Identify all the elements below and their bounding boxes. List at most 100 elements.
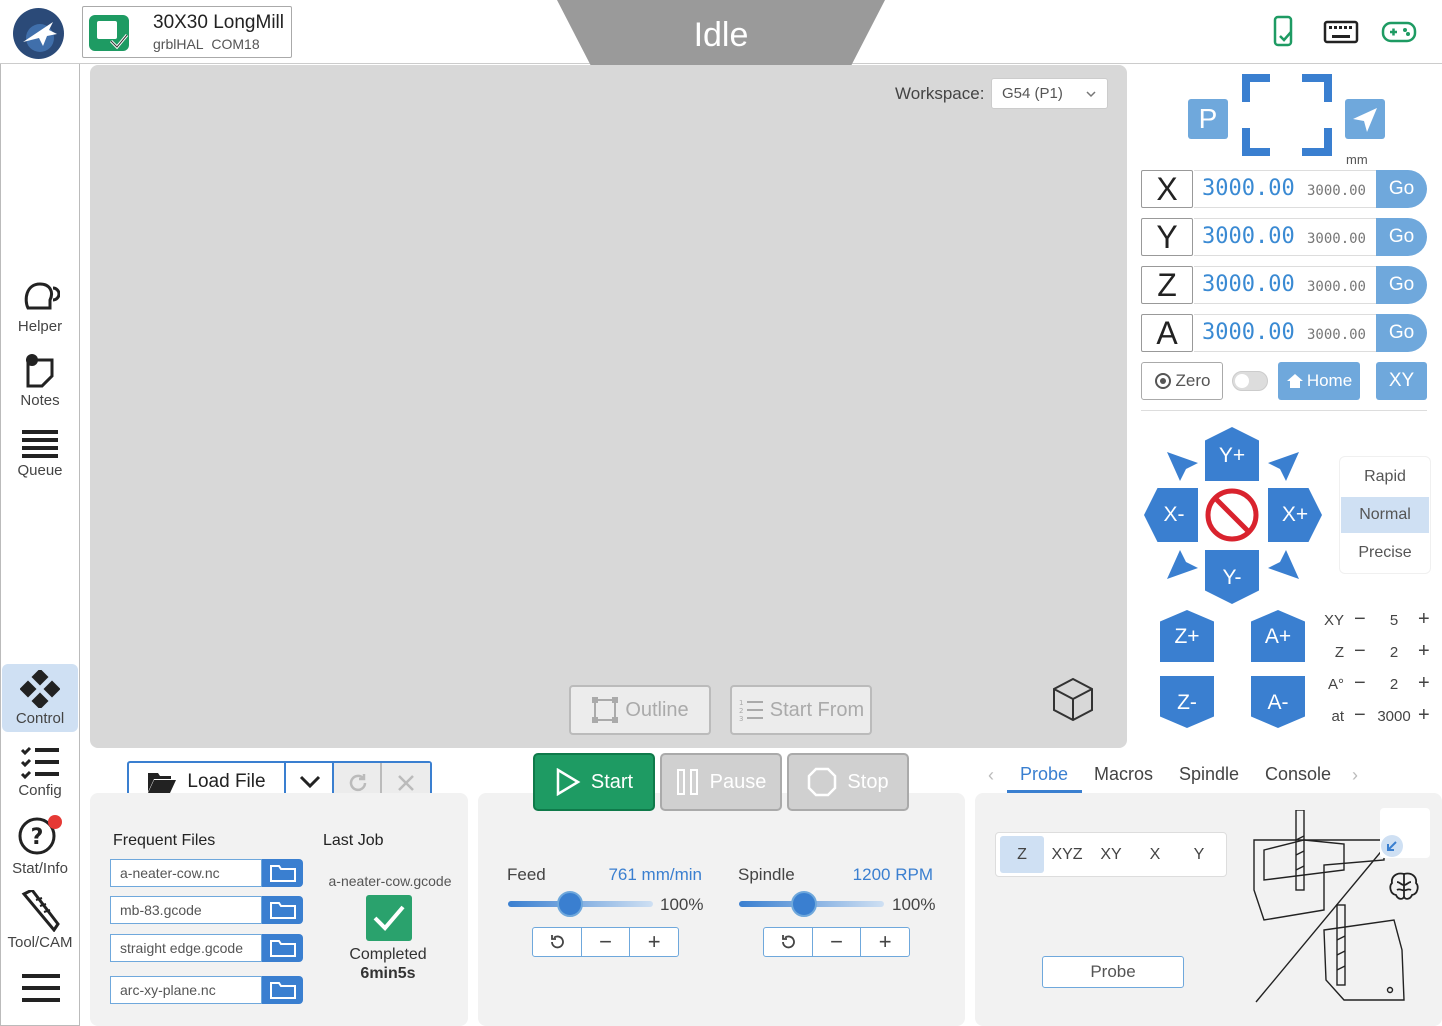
menu-icon[interactable] (20, 972, 62, 1009)
reset-icon (781, 935, 795, 949)
frequent-files-title: Frequent Files (113, 832, 216, 849)
reset-spindle-button[interactable] (764, 928, 813, 956)
sidebar-item-notes[interactable]: Notes (2, 352, 78, 409)
go-to-zero-frame-icon[interactable] (1242, 74, 1332, 161)
jog-diag-xplus-yminus-button[interactable] (1266, 548, 1300, 587)
probe-axis-xyz[interactable]: XYZ (1046, 836, 1088, 873)
decrement-button[interactable]: − (1354, 608, 1366, 631)
brain-icon[interactable] (1386, 868, 1422, 909)
tab-macros[interactable]: Macros (1094, 764, 1153, 785)
axis-z-go-button[interactable]: Go (1376, 266, 1427, 304)
outline-button[interactable]: Outline (569, 685, 711, 735)
gamepad-icon[interactable] (1380, 14, 1418, 50)
increment-value[interactable]: 5 (1374, 612, 1414, 629)
start-from-button[interactable]: 123 Start From (730, 685, 872, 735)
feed-override-stepper: − + (532, 927, 679, 957)
probe-axis-x[interactable]: X (1134, 836, 1176, 873)
view-cube-icon[interactable] (1050, 676, 1096, 727)
axis-x-go-button[interactable]: Go (1376, 170, 1427, 208)
open-folder-button[interactable] (262, 859, 303, 887)
park-button[interactable]: P (1188, 99, 1228, 139)
sidebar-item-config[interactable]: Config (2, 744, 78, 799)
jog-mode-rapid[interactable]: Rapid (1341, 459, 1429, 495)
paper-plane-icon (1353, 108, 1377, 132)
probe-axis-xy[interactable]: XY (1090, 836, 1132, 873)
decrement-button[interactable]: − (1354, 672, 1366, 695)
sidebar-item-label: Config (18, 782, 62, 799)
frequent-file-item[interactable]: straight edge.gcode (110, 934, 303, 962)
axis-y-go-button[interactable]: Go (1376, 218, 1427, 256)
probe-expand-button[interactable] (1380, 808, 1430, 858)
stop-button[interactable]: Stop (787, 753, 909, 811)
start-button[interactable]: Start (533, 753, 655, 811)
axis-z-value[interactable]: 3000.00 3000.00 (1194, 266, 1376, 304)
jog-diag-xminus-yplus-button[interactable] (1166, 449, 1200, 488)
increment-value[interactable]: 2 (1374, 644, 1414, 661)
machine-connected-icon (89, 15, 129, 51)
increment-value[interactable]: 3000 (1374, 708, 1414, 725)
last-job-file: a-neater-cow.gcode (328, 873, 452, 889)
increment-button[interactable]: + (1418, 608, 1430, 631)
probe-axis-y[interactable]: Y (1178, 836, 1220, 873)
probe-axis-z[interactable]: Z (1000, 836, 1044, 873)
divider (1141, 410, 1427, 411)
send-to-location-button[interactable] (1345, 99, 1385, 139)
frequent-file-item[interactable]: a-neater-cow.nc (110, 859, 303, 887)
reset-feed-button[interactable] (533, 928, 582, 956)
machine-selector[interactable]: 30X30 LongMill grblHAL COM18 (82, 6, 292, 58)
sidebar-item-tool-cam[interactable]: Tool/CAM (2, 890, 78, 951)
zero-toggle[interactable] (1232, 371, 1268, 391)
axis-x-value[interactable]: 3000.00 3000.00 (1194, 170, 1376, 208)
tab-console[interactable]: Console (1265, 764, 1331, 785)
machine-status-badge: Idle (557, 0, 885, 70)
jog-mode-normal[interactable]: Normal (1341, 497, 1429, 533)
open-folder-button[interactable] (262, 896, 303, 924)
tabs-scroll-left-icon[interactable]: ‹ (988, 765, 994, 786)
jog-stop-icon[interactable] (1204, 487, 1260, 548)
increment-value[interactable]: 2 (1374, 676, 1414, 693)
axis-a-go-button[interactable]: Go (1376, 314, 1427, 352)
tab-spindle[interactable]: Spindle (1179, 764, 1239, 785)
keyboard-icon[interactable] (1322, 14, 1360, 50)
sidebar-item-queue[interactable]: Queue (2, 426, 78, 479)
decrement-button[interactable]: − (1354, 704, 1366, 727)
axis-y-value[interactable]: 3000.00 3000.00 (1194, 218, 1376, 256)
increment-button[interactable]: + (1418, 704, 1430, 727)
axis-z-label: Z (1141, 266, 1193, 304)
increase-spindle-button[interactable]: + (861, 928, 909, 956)
axis-a-value[interactable]: 3000.00 3000.00 (1194, 314, 1376, 352)
workspace-select[interactable]: G54 (P1) (991, 78, 1108, 109)
pause-button[interactable]: Pause (660, 753, 782, 811)
machine-firmware: grblHAL COM18 (153, 36, 260, 52)
sidebar-item-control[interactable]: Control (2, 664, 78, 732)
tabs-scroll-right-icon[interactable]: › (1352, 765, 1358, 786)
open-folder-button[interactable] (262, 976, 303, 1004)
decrease-spindle-button[interactable]: − (813, 928, 862, 956)
zero-button[interactable]: Zero (1141, 362, 1223, 400)
increment-label: at (1331, 708, 1344, 725)
frequent-file-item[interactable]: arc-xy-plane.nc (110, 976, 303, 1004)
spindle-label: Spindle (738, 865, 795, 884)
phone-remote-icon[interactable] (1266, 14, 1304, 50)
folder-icon (270, 865, 296, 882)
increment-button[interactable]: + (1418, 672, 1430, 695)
svg-text:?: ? (31, 825, 44, 850)
jog-diag-xminus-yminus-button[interactable] (1166, 548, 1200, 587)
folder-icon (270, 982, 296, 999)
xy-button[interactable]: XY (1376, 362, 1427, 400)
home-button[interactable]: Home (1278, 362, 1360, 400)
sidebar-item-helper[interactable]: Helper (2, 278, 78, 335)
increase-feed-button[interactable]: + (630, 928, 678, 956)
jog-diag-xplus-yplus-button[interactable] (1266, 449, 1300, 488)
frequent-file-item[interactable]: mb-83.gcode (110, 896, 303, 924)
open-folder-button[interactable] (262, 934, 303, 962)
increment-button[interactable]: + (1418, 640, 1430, 663)
probe-button[interactable]: Probe (1042, 956, 1184, 988)
jog-mode-precise[interactable]: Precise (1341, 535, 1429, 571)
sidebar-item-stat-info[interactable]: ? Stat/Info (2, 814, 78, 877)
feed-percent: 100% (660, 895, 704, 914)
visualizer[interactable] (90, 65, 1127, 748)
tab-probe[interactable]: Probe (1020, 764, 1068, 785)
decrease-feed-button[interactable]: − (582, 928, 631, 956)
decrement-button[interactable]: − (1354, 640, 1366, 663)
